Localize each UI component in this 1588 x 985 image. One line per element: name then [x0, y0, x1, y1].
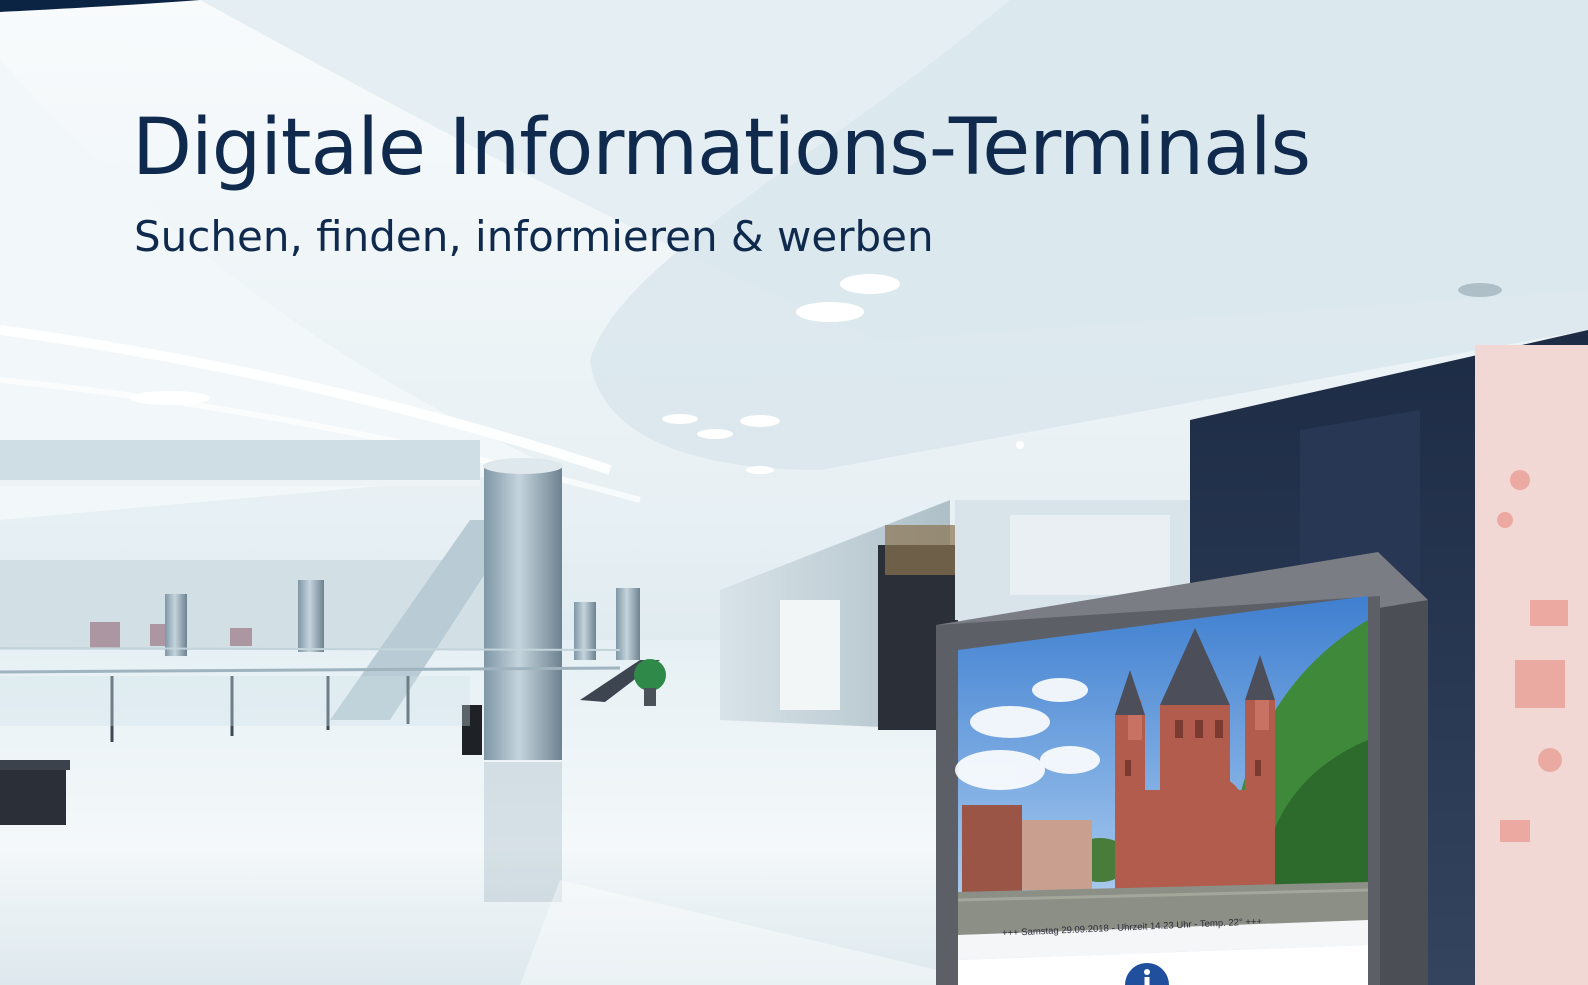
page-subtitle: Suchen, finden, informieren & werben — [134, 212, 934, 261]
info-icon — [1125, 963, 1169, 985]
page-title: Digitale Informations-Terminals — [132, 103, 1311, 193]
